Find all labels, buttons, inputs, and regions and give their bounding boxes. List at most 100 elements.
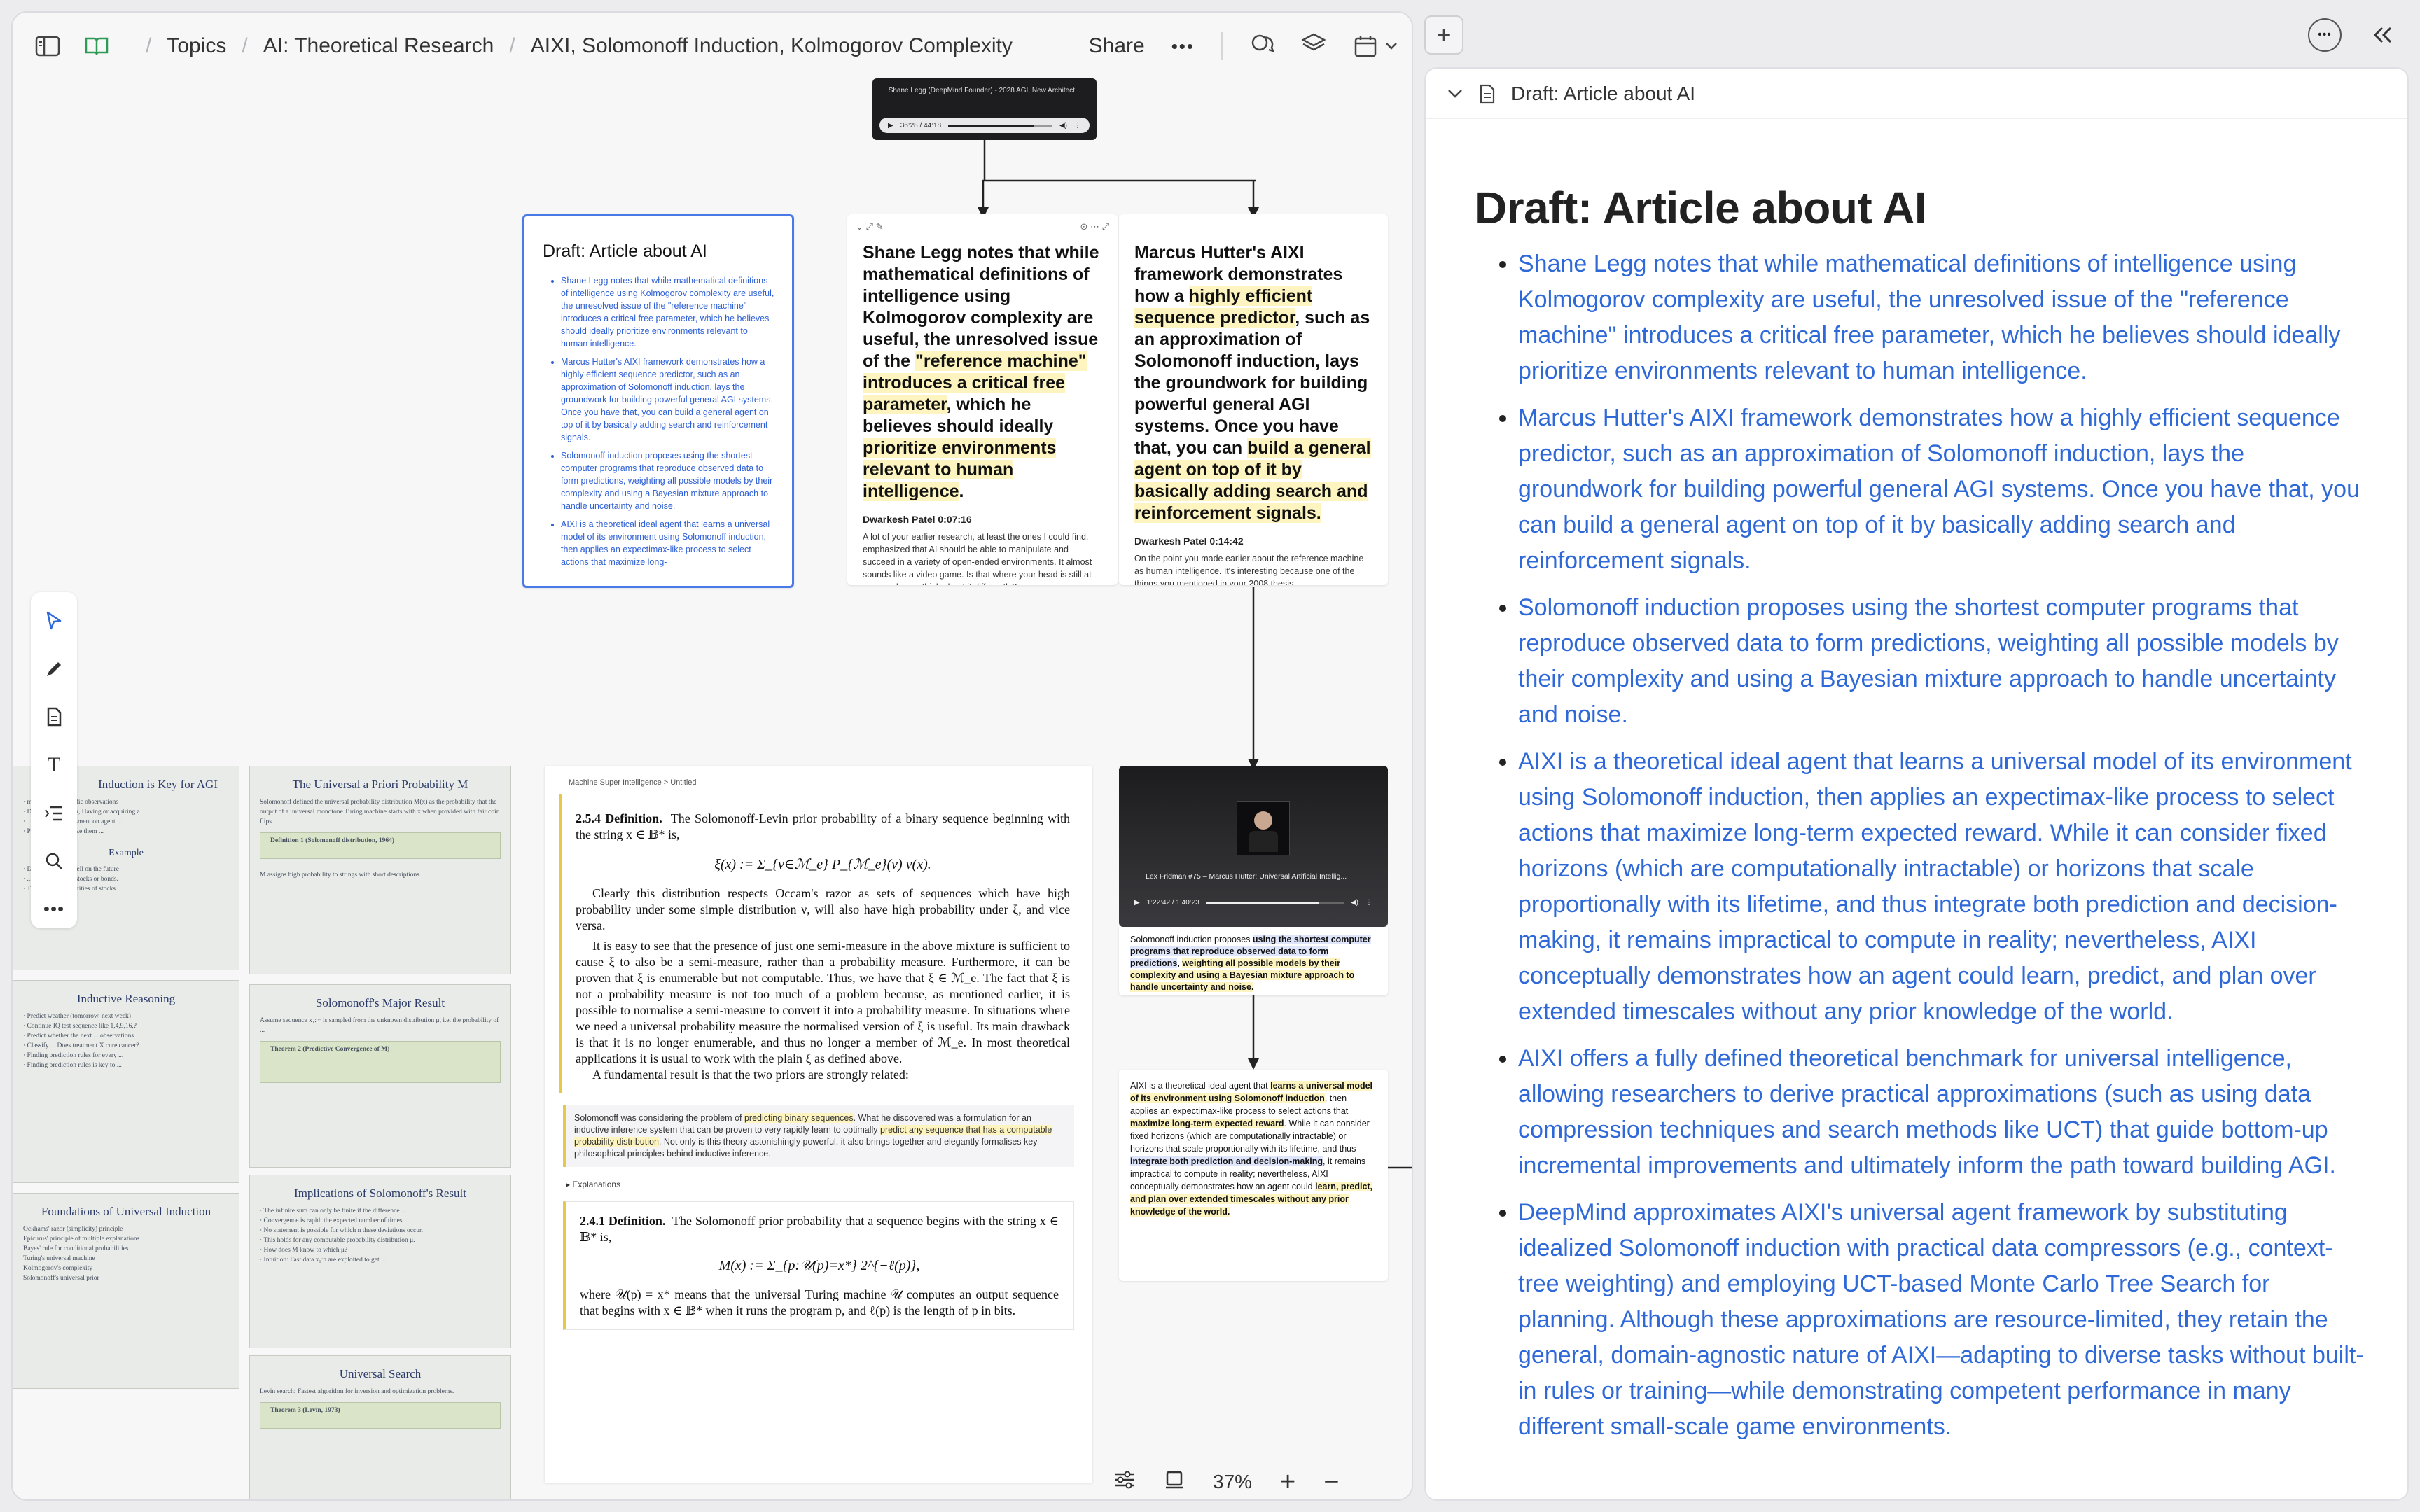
slide-subtitle: Theorem 3 (Levin, 1973) xyxy=(270,1407,340,1414)
theorem-box: Theorem 3 (Levin, 1973) xyxy=(260,1402,501,1429)
definition-box: Definition 1 (Solomonoff distribution, 1… xyxy=(260,832,501,859)
video-menu-icon[interactable]: ⋮ xyxy=(1365,899,1372,906)
list-item[interactable]: AIXI is a theoretical ideal agent that l… xyxy=(1518,744,2365,1030)
slide-body: · Predict weather (tomorrow, next week) ·… xyxy=(23,1013,139,1069)
video-controls[interactable]: ▶ 36:28 / 44:18 ◀) ⋮ xyxy=(879,118,1090,133)
slide-title: Implications of Solomonoff's Result xyxy=(294,1186,466,1200)
draft-card-title: Draft: Article about AI xyxy=(543,241,707,261)
note-text: . xyxy=(959,482,964,501)
document-title[interactable]: Draft: Article about AI xyxy=(1475,182,2407,234)
assistant-icon[interactable]: ••• xyxy=(2308,18,2342,52)
list-item[interactable]: Marcus Hutter's AIXI framework demonstra… xyxy=(1518,400,2365,579)
slide-thumbnail[interactable]: The Universal a Priori Probability M Sol… xyxy=(249,766,511,974)
aixi-note-card[interactable]: AIXI is a theoretical ideal agent that l… xyxy=(1119,1070,1388,1281)
list-item[interactable]: Shane Legg notes that while mathematical… xyxy=(1518,246,2365,389)
draft-card-list: Shane Legg notes that while mathematical… xyxy=(561,274,777,568)
slide-thumbnail[interactable]: Solomonoff's Major Result Assume sequenc… xyxy=(249,984,511,1168)
slide-thumbnail[interactable]: Implications of Solomonoff's Result · Th… xyxy=(249,1175,511,1348)
definition-heading: 2.5.4 Definition. xyxy=(576,811,662,825)
slide-body: Ockhams' razor (simplicity) principle Epi… xyxy=(23,1226,140,1282)
side-panel-header: Draft: Article about AI xyxy=(1426,69,2407,119)
pen-icon[interactable] xyxy=(36,650,71,689)
pdf-document-card[interactable]: Machine Super Intelligence > Untitled 2.… xyxy=(545,766,1092,1483)
legg-note-text: Shane Legg notes that while mathematical… xyxy=(847,242,1118,503)
text-icon[interactable]: T xyxy=(36,746,71,785)
card-toolbar-right[interactable]: ⊙ ⋯ ⤢ xyxy=(1080,221,1109,232)
transcript-caption[interactable]: Dwarkesh Patel 0:14:42 xyxy=(1119,536,1388,547)
slide-subtitle: Theorem 2 (Predictive Convergence of M) xyxy=(270,1046,390,1053)
zoom-in-button[interactable]: + xyxy=(1280,1467,1295,1497)
play-icon[interactable]: ▶ xyxy=(1134,899,1140,906)
slide-body: Levin search: Fastest algorithm for inve… xyxy=(260,1388,454,1395)
canvas-panel[interactable]: / Topics / AI: Theoretical Research / AI… xyxy=(11,11,1413,1501)
pdf-excerpt[interactable]: 2.4.1 Definition. The Solomonoff prior p… xyxy=(563,1200,1074,1330)
list-item[interactable]: AIXI offers a fully defined theoretical … xyxy=(1518,1041,2365,1184)
transcript-excerpt: On the point you made earlier about the … xyxy=(1134,554,1364,585)
slide-thumbnail[interactable]: Universal Search Levin search: Fastest a… xyxy=(249,1355,511,1499)
side-panel-title[interactable]: Draft: Article about AI xyxy=(1511,83,1695,105)
list-item: Marcus Hutter's AIXI framework demonstra… xyxy=(561,356,777,444)
video-progress[interactable] xyxy=(948,124,1052,127)
canvas-toolbar: T ••• xyxy=(31,592,77,928)
document-icon[interactable] xyxy=(36,698,71,736)
video-progress[interactable] xyxy=(1206,901,1344,904)
slide-body: · The infinite sum can only be finite if… xyxy=(260,1208,423,1264)
quote-text: Solomonoff was considering the problem o… xyxy=(574,1113,744,1123)
slide-title: The Universal a Priori Probability M xyxy=(292,778,468,791)
pointer-icon[interactable] xyxy=(36,602,71,640)
video-time: 1:22:42 / 1:40:23 xyxy=(1146,898,1199,906)
video-shane-legg[interactable]: Shane Legg (DeepMind Founder) - 2028 AGI… xyxy=(872,78,1097,140)
video-menu-icon[interactable]: ⋮ xyxy=(1074,122,1081,130)
document-icon xyxy=(1480,84,1495,103)
list-item[interactable]: Solomonoff induction proposes using the … xyxy=(1518,590,2365,733)
pdf-definition: 2.5.4 Definition. The Solomonoff-Levin p… xyxy=(576,794,1070,843)
slide-subtitle: Definition 1 (Solomonoff distribution, 1… xyxy=(270,837,395,844)
play-icon[interactable]: ▶ xyxy=(888,122,893,130)
solomonoff-note-card[interactable]: Solomonoff induction proposes using the … xyxy=(1119,927,1388,995)
pdf-quote-note[interactable]: Solomonoff was considering the problem o… xyxy=(563,1105,1074,1167)
slide-body: Solomonoff defined the universal probabi… xyxy=(260,799,500,825)
frame-icon[interactable] xyxy=(1164,1469,1185,1495)
plus-icon: + xyxy=(1436,20,1452,49)
slide-thumbnail[interactable]: Foundations of Universal Induction Ockha… xyxy=(13,1193,239,1389)
list-item: AIXI is a theoretical ideal agent that l… xyxy=(561,518,777,568)
formula: M(x) := Σ_{p:𝒰(p)=x*} 2^{−ℓ(p)}, xyxy=(718,1258,920,1273)
video-controls[interactable]: ▶ 1:22:42 / 1:40:23 ◀) ⋮ xyxy=(1126,893,1381,911)
document-side-panel[interactable]: Draft: Article about AI Draft: Article a… xyxy=(1424,67,2409,1501)
hutter-note-card[interactable]: Marcus Hutter's AIXI framework demonstra… xyxy=(1119,214,1388,585)
slide-title: Universal Search xyxy=(339,1367,422,1380)
zoom-out-button[interactable]: − xyxy=(1323,1467,1339,1497)
volume-icon[interactable]: ◀) xyxy=(1351,899,1358,906)
transcript-excerpt: A lot of your earlier research, at least… xyxy=(863,532,1092,585)
note-text: , such as an approximation of Solomonoff… xyxy=(1134,308,1370,458)
aixi-note-text: AIXI is a theoretical ideal agent that l… xyxy=(1119,1070,1388,1228)
volume-icon[interactable]: ◀) xyxy=(1059,122,1067,130)
pdf-page: 2.5.4 Definition. The Solomonoff-Levin p… xyxy=(559,794,1078,1093)
outline-icon[interactable] xyxy=(36,794,71,832)
explanations-toggle[interactable]: ▸ Explanations xyxy=(566,1180,1092,1189)
slide-title: Foundations of Universal Induction xyxy=(41,1205,211,1218)
settings-icon[interactable] xyxy=(1113,1469,1136,1495)
list-item: Solomonoff induction proposes using the … xyxy=(561,449,777,512)
card-toolbar[interactable]: ⌄ ⤢ ✎ xyxy=(856,221,883,232)
explanations-label: Explanations xyxy=(572,1180,621,1189)
document-bullet-list: Shane Legg notes that while mathematical… xyxy=(1518,246,2365,1445)
chevron-down-icon[interactable] xyxy=(1447,88,1463,99)
draft-article-card[interactable]: Draft: Article about AI Shane Legg notes… xyxy=(522,214,794,588)
new-tab-button[interactable]: + xyxy=(1424,15,1463,55)
pdf-breadcrumb[interactable]: Machine Super Intelligence > Untitled xyxy=(569,778,1092,787)
slide-thumbnail[interactable]: Inductive Reasoning · Predict weather (t… xyxy=(13,980,239,1183)
slide-title: Solomonoff's Major Result xyxy=(315,996,445,1009)
search-icon[interactable] xyxy=(36,842,71,881)
transcript-caption[interactable]: Dwarkesh Patel 0:07:16 xyxy=(847,514,1118,525)
video-title: Lex Fridman #75 – Marcus Hutter: Univers… xyxy=(1146,872,1347,881)
more-tools-icon[interactable]: ••• xyxy=(36,890,71,928)
collapse-icon[interactable] xyxy=(2363,15,2402,55)
video-marcus-hutter[interactable]: Lex Fridman #75 – Marcus Hutter: Univers… xyxy=(1119,766,1388,927)
legg-note-card[interactable]: ⌄ ⤢ ✎ ⊙ ⋯ ⤢ Shane Legg notes that while … xyxy=(847,214,1118,585)
video-title: Shane Legg (DeepMind Founder) - 2028 AGI… xyxy=(888,87,1081,94)
zoom-level[interactable]: 37% xyxy=(1213,1471,1252,1493)
solomonoff-note-text: Solomonoff induction proposes using the … xyxy=(1119,927,1388,995)
list-item[interactable]: DeepMind approximates AIXI's universal a… xyxy=(1518,1195,2365,1445)
theorem-box: Theorem 2 (Predictive Convergence of M) xyxy=(260,1041,501,1083)
